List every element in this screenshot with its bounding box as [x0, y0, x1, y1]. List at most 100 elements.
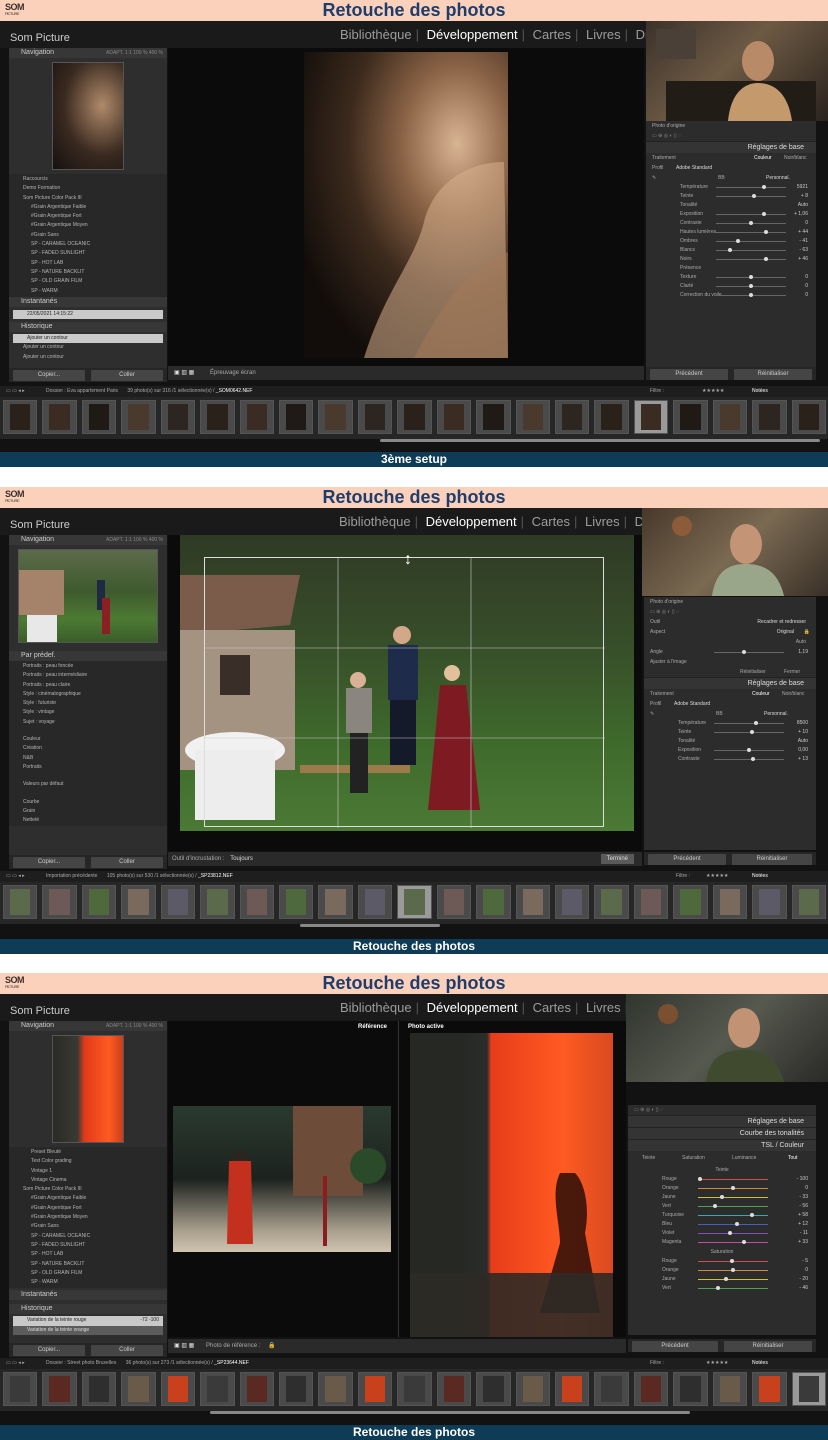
filmstrip-thumbnail[interactable]	[712, 400, 748, 434]
slider-track[interactable]	[698, 1277, 768, 1281]
bw-option[interactable]: Noir/blanc	[782, 689, 805, 699]
previous-button[interactable]: Précédent	[650, 369, 728, 380]
tool-strip[interactable]: ▭ ⊕ ◎ ◐ ▯ ◌	[646, 131, 816, 141]
slider-row[interactable]: Tonalité Auto	[646, 201, 816, 210]
copy-button[interactable]: Copier...	[13, 857, 85, 868]
active-photo[interactable]	[410, 1033, 613, 1337]
preset-item[interactable]: Sujet : voyage	[9, 718, 167, 727]
wb-eyedropper-icon[interactable]: ✎	[650, 711, 654, 717]
folder-path[interactable]: Dossier : Eva appartement Paris	[46, 388, 118, 394]
navigator-header[interactable]: Navigation ADAPT. 1:1 100 % 400 %	[9, 48, 167, 58]
module-library[interactable]: Bibliothèque	[339, 514, 411, 529]
filmstrip-thumbnail[interactable]	[42, 885, 77, 919]
filmstrip-thumbnail[interactable]	[397, 1372, 432, 1406]
slider-knob[interactable]	[734, 1222, 739, 1226]
navigator-header[interactable]: Navigation ADAPT. 1:1 100 % 400 %	[9, 1021, 167, 1031]
slider-row[interactable]: Vert - 46	[628, 1284, 816, 1293]
color-option[interactable]: Couleur	[754, 153, 772, 163]
presets-header[interactable]: Par prédef.	[9, 651, 167, 661]
view-mode-icons[interactable]: ▣ ▥ ▦	[174, 1343, 194, 1349]
slider-track[interactable]	[714, 757, 784, 761]
filmstrip-thumbnail[interactable]	[436, 885, 472, 919]
filmstrip-thumbnail[interactable]	[3, 400, 38, 434]
navigator-thumbnail[interactable]	[18, 549, 158, 643]
slider-track[interactable]	[698, 1213, 768, 1217]
slider-knob[interactable]	[750, 757, 755, 761]
done-button[interactable]: Terminé	[600, 854, 634, 864]
filmstrip-thumbnail[interactable]	[594, 400, 629, 434]
slider-row[interactable]: Contraste + 13	[644, 755, 816, 764]
slider-track[interactable]	[698, 1286, 768, 1290]
slider-row[interactable]: Contraste 0	[646, 219, 816, 228]
history-item[interactable]: Ajouter un contour	[9, 343, 167, 352]
auto-row[interactable]: Auto	[644, 637, 816, 647]
module-library[interactable]: Bibliothèque	[340, 1000, 412, 1015]
filmstrip-thumbnail[interactable]	[397, 400, 432, 434]
preset-item[interactable]: Courbe	[9, 798, 167, 807]
filter-value[interactable]: Notées	[752, 871, 768, 882]
reset-button[interactable]: Réinitialiser	[734, 369, 812, 380]
slider-row[interactable]: Orange 0	[628, 1266, 816, 1275]
preset-item[interactable]: N&B	[9, 754, 167, 763]
module-books[interactable]: Livres	[585, 514, 620, 529]
slider-track[interactable]	[716, 212, 786, 216]
preset-item[interactable]: Som Picture Color Pack III	[9, 1185, 167, 1194]
preset-item[interactable]: Grain	[9, 807, 167, 816]
slider-row[interactable]: Rouge - 100	[628, 1175, 816, 1184]
slider-knob[interactable]	[749, 221, 753, 225]
slider-knob[interactable]	[753, 721, 758, 725]
preset-item[interactable]: Preset Bleuté	[9, 1148, 167, 1157]
reference-photo[interactable]	[173, 1106, 391, 1252]
slider-row[interactable]: Hautes lumières + 44	[646, 228, 816, 237]
slider-knob[interactable]	[764, 257, 769, 261]
filmstrip-thumbnail[interactable]	[476, 400, 511, 434]
history-item[interactable]: Ajouter un contour	[13, 334, 163, 344]
slider-track[interactable]	[716, 257, 786, 261]
preset-item[interactable]: Vintage 1	[9, 1167, 167, 1176]
slider-row[interactable]: Exposition + 1,06	[646, 210, 816, 219]
slider-knob[interactable]	[712, 1204, 717, 1208]
slider-knob[interactable]	[729, 1259, 734, 1263]
slider-track[interactable]	[716, 194, 786, 198]
preset-item[interactable]: Valeurs par défaut	[9, 780, 167, 789]
slider-row[interactable]: Violet - 11	[628, 1229, 816, 1238]
navigator-thumbnail[interactable]	[52, 62, 124, 170]
preset-item[interactable]: Style : vintage	[9, 708, 167, 717]
slider-track[interactable]	[698, 1231, 768, 1235]
preset-item[interactable]: SP - NATURE BACKLIT	[9, 268, 167, 277]
preset-item[interactable]: SP - WARM	[9, 287, 167, 296]
filmstrip-thumbnail[interactable]	[515, 1372, 550, 1406]
filmstrip-thumbnail[interactable]	[121, 1372, 156, 1406]
history-item[interactable]: Variation de la teinte rouge -72 -100	[13, 1316, 163, 1326]
snapshots-header[interactable]: Instantanés	[9, 296, 167, 307]
slider-row[interactable]: Bleu + 12	[628, 1220, 816, 1229]
slider-knob[interactable]	[724, 1277, 729, 1281]
slider-knob[interactable]	[741, 1240, 746, 1244]
slider-track[interactable]	[716, 185, 786, 189]
slider-track[interactable]	[716, 221, 786, 225]
slider-row[interactable]: Correction du voile 0	[646, 291, 816, 300]
filmstrip-thumbnail[interactable]	[42, 1372, 77, 1406]
history-header[interactable]: Historique	[9, 322, 167, 333]
crop-overlay[interactable]	[204, 557, 605, 828]
wb-row[interactable]: ✎ BB Personnal.	[644, 709, 816, 719]
paste-button[interactable]: Coller	[91, 370, 163, 381]
slider-knob[interactable]	[752, 194, 757, 198]
copy-button[interactable]: Copier...	[13, 1345, 85, 1356]
rating-stars[interactable]: ★★★★★	[706, 871, 728, 882]
preset-item[interactable]: SP - CARAMEL OCEANIC	[9, 240, 167, 249]
preset-item[interactable]: Test Color grading	[9, 1157, 167, 1166]
wb-eyedropper-icon[interactable]: ✎	[652, 175, 656, 181]
filmstrip-thumbnail[interactable]	[633, 400, 669, 434]
wb-row[interactable]: ✎ BB Personnal.	[646, 173, 816, 183]
filmstrip-thumbnail[interactable]	[81, 1372, 117, 1406]
preset-item[interactable]: Portraits : peau foncée	[9, 662, 167, 671]
bw-option[interactable]: Noir/blanc	[784, 153, 807, 163]
filmstrip-thumbnail[interactable]	[357, 885, 393, 919]
module-develop[interactable]: Développement	[427, 1000, 518, 1015]
tab-hue[interactable]: Teinte	[642, 1151, 655, 1165]
soft-proof-toggle[interactable]: Épreuvage écran	[210, 370, 256, 376]
tone-curve-header[interactable]: Courbe des tonalités	[628, 1127, 816, 1139]
slider-row[interactable]: Teinte + 8	[646, 192, 816, 201]
slider-track[interactable]	[716, 275, 786, 279]
